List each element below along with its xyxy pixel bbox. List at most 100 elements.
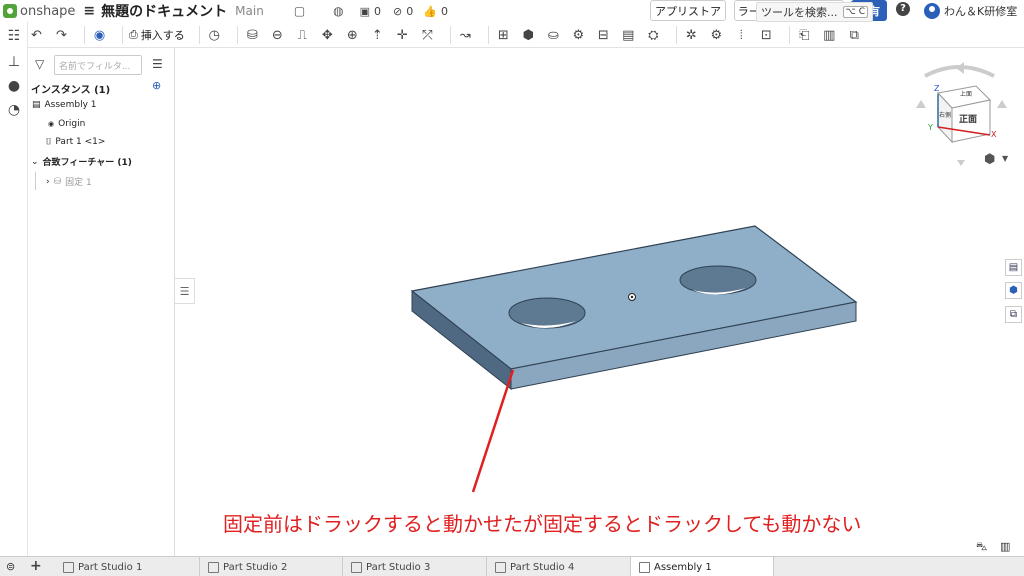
tab-part-studio-2[interactable]: Part Studio 2 <box>200 557 343 576</box>
separator <box>788 26 790 44</box>
comments-icon[interactable]: ● <box>6 78 22 94</box>
mate-panel-icon[interactable]: ⧉ <box>1005 306 1022 323</box>
cylindrical-mate-icon[interactable]: ⊕ <box>344 27 361 44</box>
shortcut-badge: ⌥ C <box>842 6 869 18</box>
tab-part-studio-1[interactable]: Part Studio 1 <box>55 557 200 576</box>
hide-icon[interactable]: ⧉ <box>846 27 863 44</box>
tab-part-studio-3[interactable]: Part Studio 3 <box>343 557 487 576</box>
relation-icon[interactable]: ⛀ <box>545 27 562 44</box>
gear-relation-icon[interactable]: ⚙ <box>570 27 587 44</box>
gear-icon[interactable]: ⚙ <box>708 27 725 44</box>
feature-panel: ▽ 名前でフィルタ... ☰ インスタンス (1) ⊕ ▤ Assembly 1… <box>28 48 175 556</box>
tab-label: Assembly 1 <box>654 561 712 573</box>
section-view-icon[interactable]: ⎗ <box>796 27 813 44</box>
linear-relation-icon[interactable]: ⛭ <box>645 27 662 44</box>
onshape-logo[interactable]: onshape <box>3 4 75 19</box>
fastened-mate-icon[interactable]: ⛁ <box>244 27 261 44</box>
app-store-button[interactable]: アプリストア <box>650 0 726 21</box>
annotation-arrow <box>471 369 515 493</box>
tree-fixed[interactable]: › ⛁ 固定 1 <box>46 175 92 189</box>
mate-connector-icon[interactable]: ⊞ <box>495 27 512 44</box>
create-folder-icon[interactable]: ⊕ <box>152 79 161 92</box>
left-rail: ☷ ⊥ ● ◔ <box>0 22 28 556</box>
parallel-mate-icon[interactable]: ⤱ <box>419 27 436 44</box>
copy-icon[interactable]: ▣ <box>360 5 370 18</box>
part-label: Part 1 <1> <box>55 137 106 147</box>
user-name: わん＆K研修室 <box>944 4 1018 18</box>
axis-z-label: Z <box>934 84 940 93</box>
replicate-icon[interactable]: ◷ <box>206 27 223 44</box>
pin-slot-mate-icon[interactable]: ⇡ <box>369 27 386 44</box>
likes-count: 0 <box>440 4 448 18</box>
tree-part[interactable]: ⌷ Part 1 <1> <box>46 137 105 147</box>
rack-pinion-icon[interactable]: ⊟ <box>595 27 612 44</box>
tree-mates-header[interactable]: ⌄ 合致フィーチャー (1) <box>31 155 132 169</box>
view-options-icon[interactable]: ⬢ <box>984 152 995 167</box>
tangent-mate-icon[interactable]: ↝ <box>457 27 474 44</box>
planar-mate-icon[interactable]: ✥ <box>319 27 336 44</box>
history-icon[interactable]: ◔ <box>6 102 22 118</box>
document-title[interactable]: 無題のドキュメント <box>101 1 227 21</box>
undo-icon[interactable]: ↶ <box>28 27 45 44</box>
rotate-up-icon[interactable] <box>956 62 964 74</box>
chevron-down-icon[interactable]: ⌄ <box>31 157 39 167</box>
group-icon[interactable]: ⬢ <box>520 27 537 44</box>
workspace-label[interactable]: Main <box>235 4 264 18</box>
appearance-panel-icon[interactable]: ▤ <box>1005 259 1022 276</box>
rotate-left-icon[interactable] <box>916 100 926 108</box>
like-icon[interactable]: 👍 <box>423 5 437 18</box>
measure-icon[interactable]: ⊡ <box>758 27 775 44</box>
assembly-icon <box>639 561 650 573</box>
axis-y-label: Y <box>928 123 933 132</box>
fixed-icon: ⛁ <box>53 176 62 187</box>
filter-icon[interactable]: ▽ <box>35 57 44 71</box>
model-view[interactable] <box>176 48 1024 556</box>
help-icon[interactable]: ? <box>896 2 910 16</box>
pattern-icon[interactable]: ⦙ <box>733 27 750 44</box>
tree-assembly[interactable]: ▤ Assembly 1 <box>32 100 96 110</box>
assembly-label: Assembly 1 <box>44 100 97 110</box>
chevron-right-icon[interactable]: › <box>46 177 50 187</box>
mate-display-icon[interactable]: ⛍ <box>976 540 987 555</box>
configuration-panel-icon[interactable]: ⬢ <box>1005 282 1022 299</box>
globe-icon[interactable]: ◍ <box>333 4 343 18</box>
graphics-viewport[interactable]: 正面 上面 右側 X Y Z ⬢ ▼ 固定前はドラックすると動かせたが固定すると… <box>176 48 1024 556</box>
insert-button[interactable]: ⎙ 挿入する <box>129 27 185 43</box>
onshape-logo-icon <box>3 4 17 18</box>
menu-icon[interactable]: ≡ <box>83 3 95 19</box>
display-options-icon[interactable]: ▥ <box>1000 540 1010 553</box>
tab-manager-icon[interactable]: ⊜ <box>6 560 19 573</box>
list-view-icon[interactable]: ☰ <box>152 57 163 71</box>
insert-mate-icon[interactable]: ⊥ <box>6 54 22 70</box>
explode-icon[interactable]: ✲ <box>683 27 700 44</box>
regenerate-icon[interactable]: ◉ <box>91 27 108 44</box>
user-menu[interactable]: わん＆K研修室 <box>924 0 1017 21</box>
origin-marker-dot <box>630 295 634 299</box>
revolute-mate-icon[interactable]: ⊖ <box>269 27 286 44</box>
rotate-right-icon[interactable] <box>997 100 1007 108</box>
search-tools-button[interactable]: ツールを検索... ⌥ C <box>756 2 874 22</box>
separator <box>449 26 451 44</box>
view-options-chevron-icon[interactable]: ▼ <box>1002 154 1008 163</box>
redo-icon[interactable]: ↷ <box>53 27 70 44</box>
separator <box>122 26 123 44</box>
tree-guide-line <box>35 172 36 190</box>
screw-relation-icon[interactable]: ▤ <box>620 27 637 44</box>
filter-input[interactable]: 名前でフィルタ... <box>54 55 142 75</box>
separator <box>198 26 200 44</box>
logo-text: onshape <box>20 3 76 19</box>
feature-list-icon[interactable]: ☷ <box>6 28 22 44</box>
insert-icon: ⎙ <box>129 28 138 41</box>
instances-header: インスタンス (1) <box>31 85 111 96</box>
tree-origin[interactable]: ◉ Origin <box>48 119 85 129</box>
link-icon[interactable]: ⊘ <box>393 5 402 18</box>
rotate-down-icon[interactable] <box>957 160 965 166</box>
versions-icon[interactable]: ▢ <box>294 4 305 18</box>
bom-icon[interactable]: ▥ <box>821 27 838 44</box>
tab-part-studio-4[interactable]: Part Studio 4 <box>487 557 631 576</box>
cube-right-label: 右側 <box>939 112 952 119</box>
tab-assembly-1[interactable]: Assembly 1 <box>631 557 774 576</box>
slider-mate-icon[interactable]: ⎍ <box>294 27 311 44</box>
ball-mate-icon[interactable]: ✛ <box>394 27 411 44</box>
add-tab-icon[interactable]: + <box>30 558 42 574</box>
